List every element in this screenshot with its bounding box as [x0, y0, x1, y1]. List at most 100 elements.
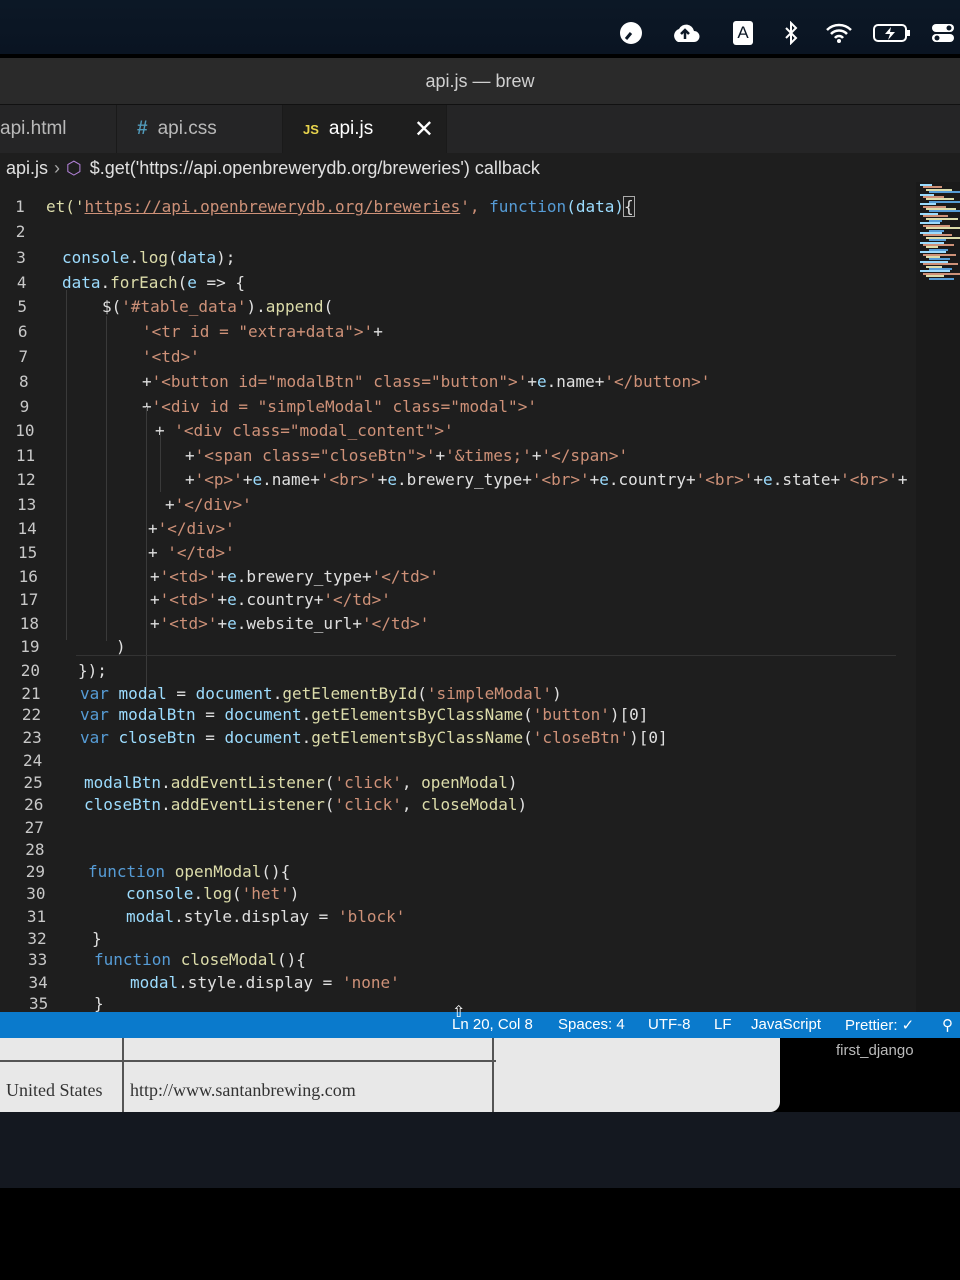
window-title: api.js — brew: [0, 58, 960, 105]
code-line[interactable]: modal.style.display = 'block': [126, 907, 405, 926]
tab-label: api.html: [0, 118, 67, 139]
line-number: 5: [17, 297, 27, 316]
line-number: 33: [27, 950, 48, 969]
line-ending[interactable]: LF: [714, 1016, 732, 1033]
line-number: 12: [16, 470, 36, 489]
code-line[interactable]: '<td>': [142, 347, 200, 366]
line-number: 30: [26, 884, 46, 903]
chevron-right-icon: ›: [54, 157, 61, 178]
line-number: 31: [26, 907, 47, 926]
code-line[interactable]: var modalBtn = document.getElementsByCla…: [80, 705, 648, 724]
tab-label: api.css: [157, 118, 217, 139]
line-number: 28: [25, 840, 45, 859]
table-divider: [122, 1038, 124, 1112]
tab-bar: api.html # api.css JS api.js ✕: [0, 105, 960, 153]
code-line[interactable]: data.forEach(e => {: [62, 273, 245, 292]
dock-area: [0, 1112, 960, 1188]
tab-api-css[interactable]: # api.css: [117, 105, 283, 153]
indentation[interactable]: Spaces: 4: [558, 1016, 625, 1033]
code-line[interactable]: et('https://api.openbrewerydb.org/brewer…: [46, 196, 635, 217]
breadcrumb-file[interactable]: api.js: [6, 158, 48, 179]
indent-guide: [106, 316, 107, 641]
account-icon[interactable]: ⚲: [942, 1016, 953, 1034]
line-number: 15: [18, 543, 38, 562]
code-line[interactable]: modal.style.display = 'none': [130, 973, 400, 992]
code-line[interactable]: closeBtn.addEventListener('click', close…: [84, 795, 527, 814]
line-number: 3: [16, 248, 26, 267]
close-icon[interactable]: ✕: [414, 115, 434, 144]
line-number: 11: [15, 446, 36, 465]
code-line[interactable]: function openModal(){: [88, 862, 290, 881]
line-number: 14: [17, 519, 37, 538]
minimap-line: [929, 277, 954, 280]
indent-guide: [66, 290, 67, 640]
wifi-icon[interactable]: [824, 18, 854, 48]
minimap[interactable]: [916, 182, 960, 1012]
code-line[interactable]: console.log(data);: [62, 248, 235, 267]
code-line[interactable]: +'<p>'+e.name+'<br>'+e.brewery_type+'<br…: [185, 470, 908, 489]
line-number: 27: [24, 818, 44, 837]
breadcrumb: api.js › ⬡ $.get('https://api.openbrewer…: [0, 153, 960, 183]
code-line[interactable]: $('#table_data').append(: [102, 297, 333, 316]
dock-label: first_django: [836, 1042, 914, 1059]
code-line[interactable]: var closeBtn = document.getElementsByCla…: [80, 728, 668, 747]
bluetooth-icon[interactable]: [782, 18, 800, 48]
control-center-icon[interactable]: [930, 18, 956, 48]
line-number: 13: [16, 495, 37, 514]
line-number: 1: [15, 197, 25, 216]
encoding[interactable]: UTF-8: [648, 1016, 691, 1033]
url-link[interactable]: https://api.openbrewerydb.org/breweries: [85, 197, 461, 216]
code-line[interactable]: +'<span class="closeBtn">'+'&times;'+'</…: [185, 446, 628, 465]
code-line[interactable]: +'</div>': [165, 495, 252, 514]
line-number: 22: [21, 705, 42, 724]
code-line[interactable]: }: [94, 994, 104, 1013]
cursor-position[interactable]: Ln 20, Col 8: [452, 1016, 533, 1033]
line-number: 20: [20, 661, 41, 680]
code-line[interactable]: +'<td>'+e.brewery_type+'</td>': [150, 567, 439, 586]
battery-icon[interactable]: [872, 18, 912, 48]
status-bar: ⇧ Ln 20, Col 8 Spaces: 4 UTF-8 LF JavaSc…: [0, 1004, 960, 1038]
code-line[interactable]: function closeModal(){: [94, 950, 306, 969]
speed-icon[interactable]: [618, 18, 644, 48]
line-number: 34: [28, 973, 48, 992]
prettier-status[interactable]: Prettier: ✓: [845, 1016, 914, 1034]
code-line[interactable]: +'<div id = "simpleModal" class="modal">…: [142, 397, 537, 416]
tab-api-html[interactable]: api.html: [0, 105, 117, 153]
line-number: 7: [18, 347, 29, 366]
code-line[interactable]: }: [92, 929, 102, 948]
code-line[interactable]: var modal = document.getElementById('sim…: [80, 684, 562, 703]
code-line[interactable]: +'</div>': [148, 519, 235, 538]
cell-country: United States: [6, 1080, 103, 1100]
tab-label: api.js: [328, 118, 374, 139]
line-number: 10: [15, 421, 35, 440]
code-line[interactable]: + '<div class="modal_content">': [155, 421, 454, 440]
tab-api-js[interactable]: JS api.js ✕: [283, 105, 447, 153]
code-line[interactable]: });: [78, 661, 107, 680]
line-number: 25: [23, 773, 43, 792]
cloud-upload-icon[interactable]: [670, 18, 700, 48]
line-number: 19: [20, 637, 40, 656]
code-line[interactable]: +'<td>'+e.website_url+'</td>': [150, 614, 429, 633]
code-line[interactable]: + '</td>': [148, 543, 235, 562]
line-number: 17: [19, 590, 39, 609]
code-line[interactable]: '<tr id = "extra+data">'+: [142, 322, 383, 341]
line-number: 29: [25, 862, 46, 881]
table-divider: [492, 1038, 494, 1112]
breadcrumb-symbol[interactable]: $.get('https://api.openbrewerydb.org/bre…: [90, 158, 540, 179]
code-line[interactable]: modalBtn.addEventListener('click', openM…: [84, 773, 518, 792]
line-number: 18: [19, 614, 39, 633]
line-number: 21: [21, 684, 41, 703]
line-number: 32: [27, 929, 47, 948]
code-line[interactable]: +'<td>'+e.country+'</td>': [150, 590, 391, 609]
background-browser-table: United States http://www.santanbrewing.c…: [0, 1038, 780, 1112]
language-mode[interactable]: JavaScript: [751, 1016, 821, 1033]
current-line-highlight: [76, 655, 896, 656]
code-line[interactable]: +'<button id="modalBtn" class="button">'…: [142, 372, 710, 391]
table-divider: [0, 1060, 496, 1062]
js-file-icon: JS: [303, 121, 319, 137]
code-line[interactable]: ): [116, 637, 126, 656]
line-number: 24: [23, 751, 43, 770]
keyboard-a-icon[interactable]: A: [732, 18, 754, 48]
code-editor[interactable]: 1 2 3 4 5 6 7 8 9 10 11 12 13 14 15 16 17 18 19 20 21 22 23 24 2…: [0, 182, 960, 1013]
code-line[interactable]: console.log('het'): [126, 884, 299, 903]
